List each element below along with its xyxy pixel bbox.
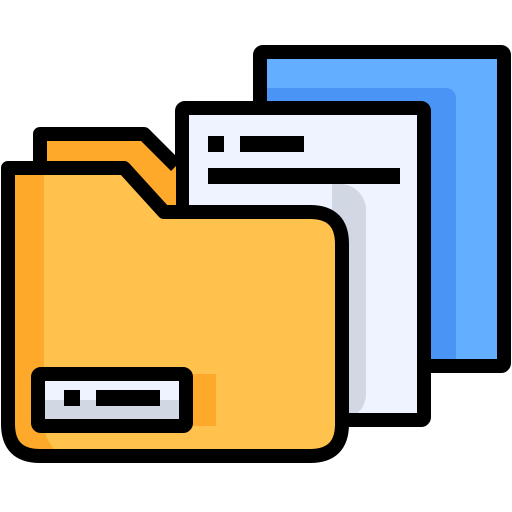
folder-with-documents-icon	[1, 45, 511, 463]
folder-documents-icon-container	[0, 0, 512, 512]
document-bullet	[208, 136, 224, 152]
document-heading-line	[240, 136, 304, 152]
document-text-line	[208, 168, 400, 184]
folder-label-bullet	[64, 390, 80, 406]
folder-front-icon	[1, 161, 349, 463]
folder-label-line	[96, 390, 160, 406]
